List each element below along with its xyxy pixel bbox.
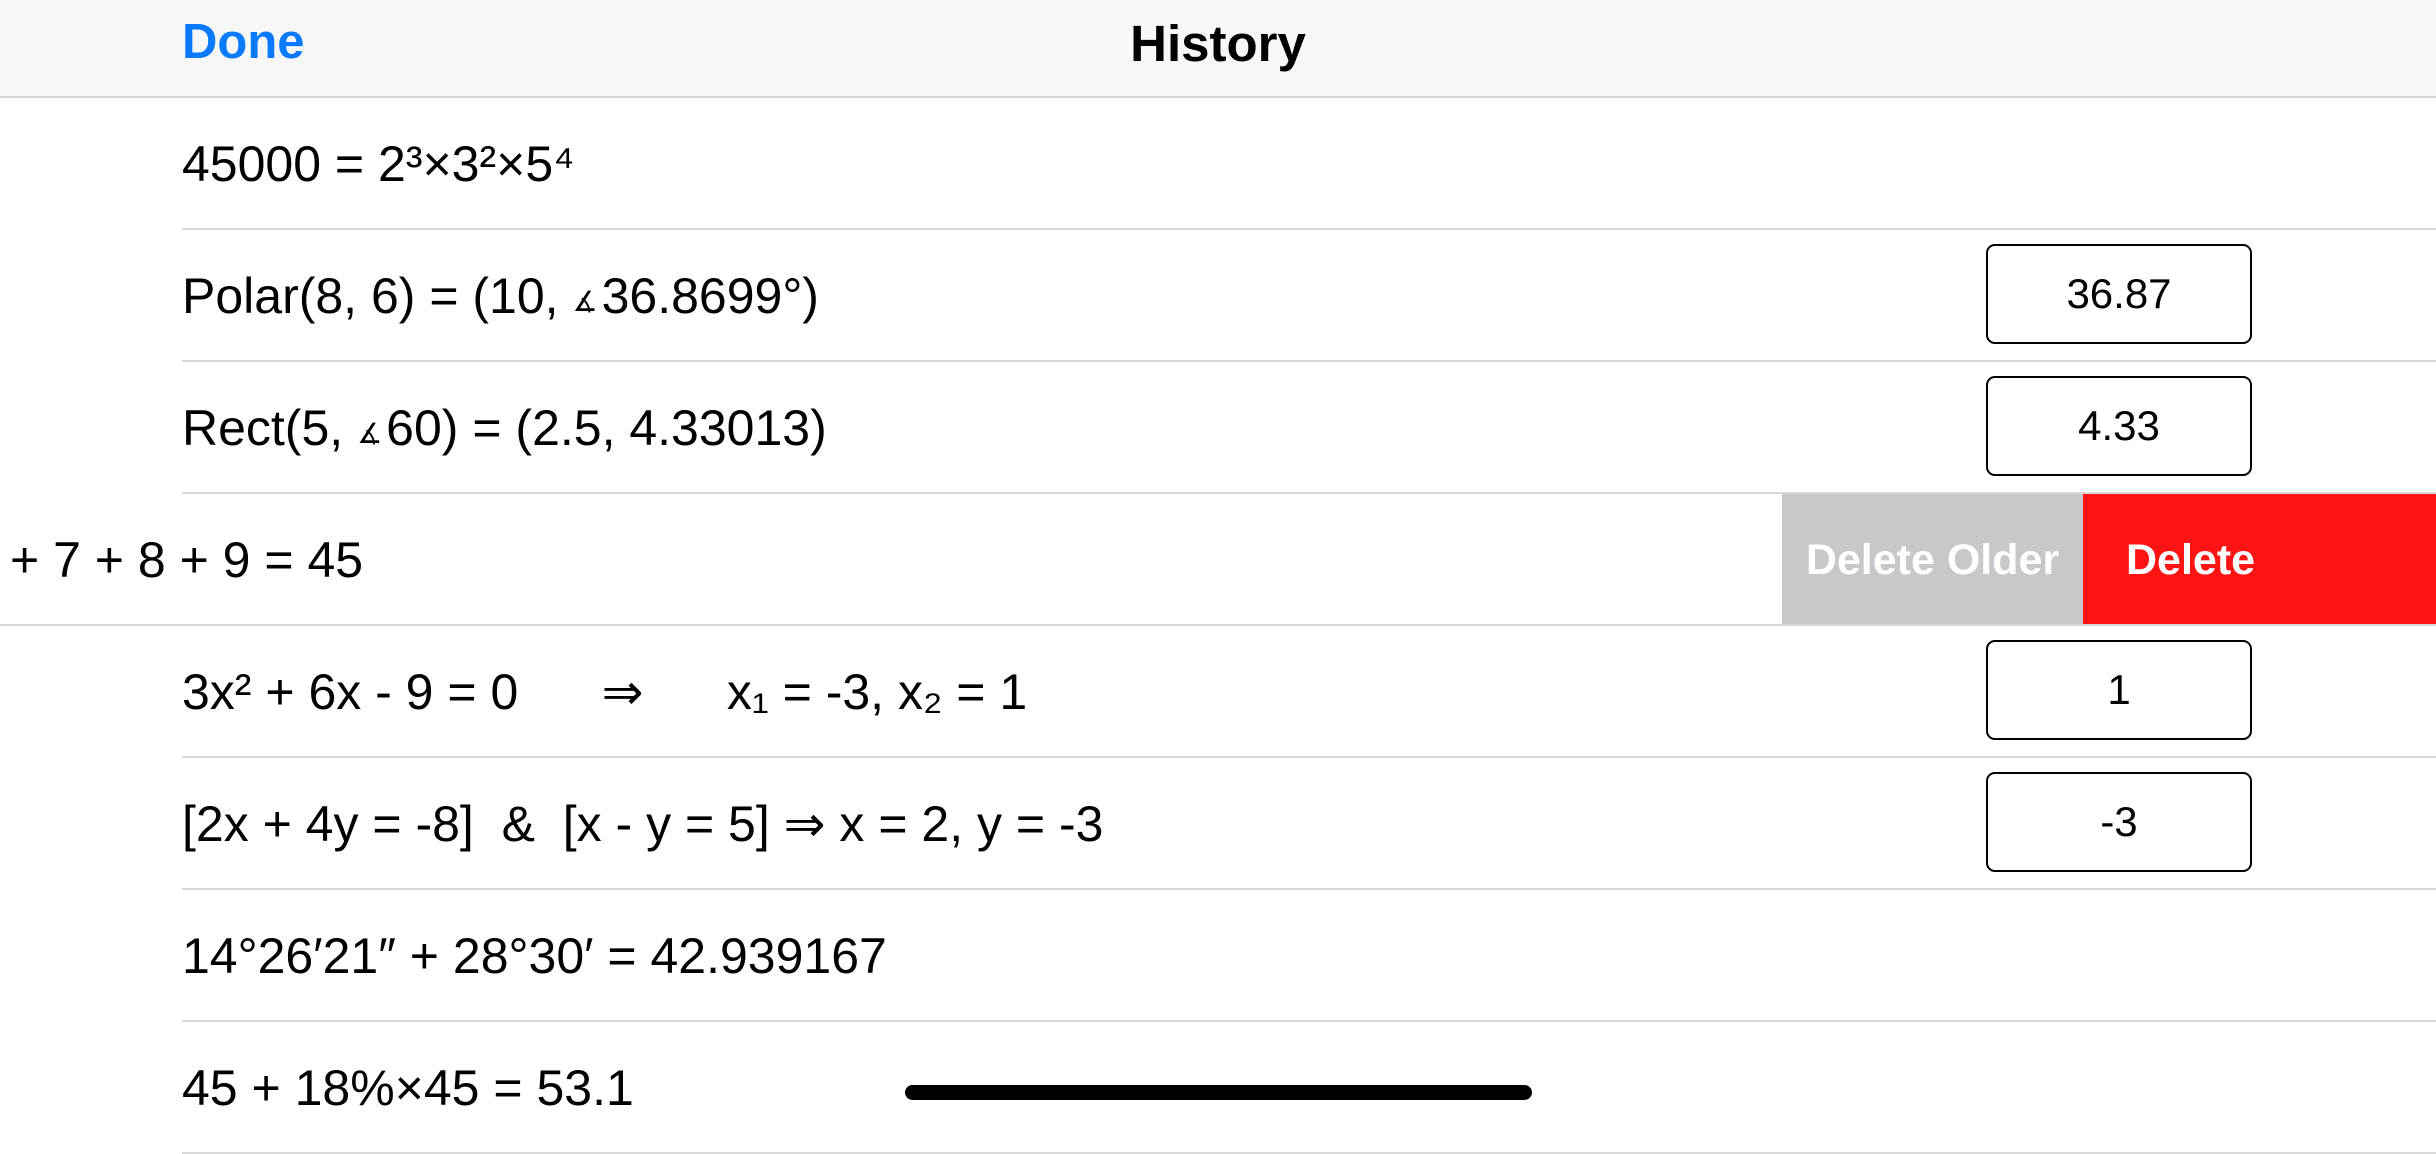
history-expression: + 7 + 8 + 9 = 45 [10, 532, 364, 588]
result-value-button[interactable]: 4.33 [1986, 376, 2252, 476]
navigation-bar: Done History [0, 0, 2436, 98]
history-row-swiped[interactable]: + 7 + 8 + 9 = 45 Delete Older Delete [0, 494, 2436, 626]
history-expression: [2x + 4y = -8] & [x - y = 5] ⇒ x = 2, y … [182, 796, 1104, 852]
history-row[interactable]: Polar(8, 6) = (10, ∡36.8699°) 36.87 [0, 230, 2436, 362]
angle-icon: ∡ [572, 286, 598, 317]
history-row[interactable]: 14°26′21″ + 28°30′ = 42.939167 [0, 890, 2436, 1022]
history-row[interactable]: [2x + 4y = -8] & [x - y = 5] ⇒ x = 2, y … [0, 758, 2436, 890]
result-value-button[interactable]: 1 [1986, 640, 2252, 740]
result-value-button[interactable]: -3 [1986, 772, 2252, 872]
home-indicator[interactable] [905, 1085, 1532, 1100]
history-row[interactable]: Rect(5, ∡60) = (2.5, 4.33013) 4.33 [0, 362, 2436, 494]
history-row[interactable]: 3x² + 6x - 9 = 0 ⇒ x₁ = -3, x₂ = 1 1 [0, 626, 2436, 758]
expression-prefix: Polar(8, 6) = (10, [182, 268, 573, 324]
angle-icon: ∡ [357, 418, 383, 449]
expression-suffix: 36.8699°) [601, 268, 819, 324]
history-list: 45000 = 2³×3²×5⁴ Polar(8, 6) = (10, ∡36.… [0, 98, 2436, 1154]
history-expression: Polar(8, 6) = (10, ∡36.8699°) [182, 230, 819, 362]
result-value-button[interactable]: 36.87 [1986, 244, 2252, 344]
history-expression: 14°26′21″ + 28°30′ = 42.939167 [182, 928, 887, 984]
page-title: History [1130, 15, 1306, 72]
expression-suffix: 60) = (2.5, 4.33013) [386, 400, 827, 456]
history-row[interactable]: 45000 = 2³×3²×5⁴ [0, 98, 2436, 230]
history-expression: 45000 = 2³×3²×5⁴ [182, 136, 575, 192]
expression-prefix: Rect(5, [182, 400, 358, 456]
history-expression: 3x² + 6x - 9 = 0 ⇒ x₁ = -3, x₂ = 1 [182, 664, 1028, 720]
delete-older-button[interactable]: Delete Older [1782, 494, 2083, 626]
history-expression: 45 + 18%×45 = 53.1 [182, 1060, 634, 1116]
delete-button[interactable]: Delete [2083, 494, 2436, 626]
history-expression: Rect(5, ∡60) = (2.5, 4.33013) [182, 362, 827, 494]
